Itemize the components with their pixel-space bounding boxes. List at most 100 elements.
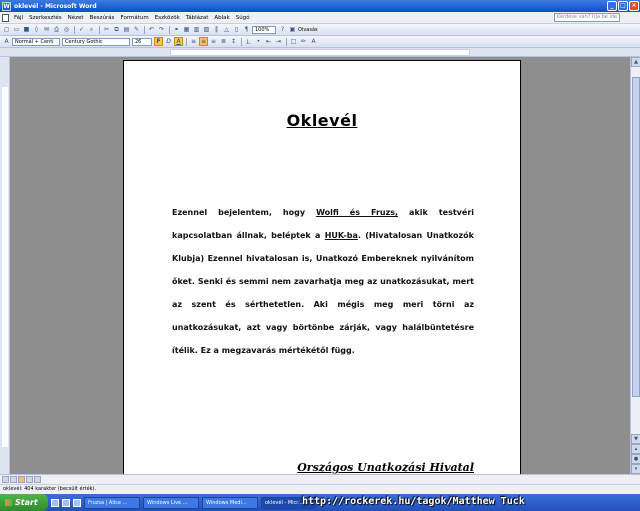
separator [169, 25, 170, 34]
permission-icon[interactable]: ◊ [32, 25, 41, 34]
menu-table[interactable]: Táblázat [183, 15, 212, 21]
word-app-icon[interactable]: W [2, 1, 11, 11]
justify-icon[interactable]: ≣ [219, 37, 228, 46]
scroll-thumb[interactable] [632, 77, 640, 397]
taskbar-item-browser[interactable]: Fruzsa | Alice ... [84, 496, 140, 509]
menu-view[interactable]: Nézet [65, 15, 87, 21]
style-select[interactable]: Normál + Centi [12, 37, 60, 46]
document-body[interactable]: Ezennel bejelentem, hogy Wolfi és Fruzs,… [172, 201, 474, 362]
decrease-indent-icon[interactable]: ⇤ [264, 37, 273, 46]
maximize-button[interactable]: □ [618, 1, 628, 11]
menu-file[interactable]: Fájl [11, 15, 26, 21]
quicklaunch-media-icon[interactable] [73, 498, 81, 507]
vertical-ruler-text-area [2, 87, 8, 447]
reading-button[interactable]: Olvasás [298, 27, 318, 33]
horizontal-scrollbar[interactable] [0, 474, 640, 484]
separator [74, 25, 75, 34]
cut-icon[interactable]: ✂ [102, 25, 111, 34]
scroll-bottom-group: ▼ ▴ ● ▾ [631, 434, 640, 474]
taskbar-item-messenger[interactable]: Windows Live ... [143, 496, 199, 509]
insert-excel-icon[interactable]: ▧ [202, 25, 211, 34]
start-button[interactable]: Start [0, 494, 48, 511]
windows-flag-icon [5, 499, 12, 506]
menu-help[interactable]: Súgó [233, 15, 253, 21]
scroll-up-icon[interactable]: ▲ [631, 57, 640, 67]
border-icon[interactable]: □ [289, 37, 298, 46]
help-search-input[interactable]: Kérdése van? Írja be ide. [554, 13, 620, 22]
document-page[interactable]: Oklevél Ezennel bejelentem, hogy Wolfi é… [123, 60, 521, 474]
paste-icon[interactable]: ▤ [122, 25, 131, 34]
save-icon[interactable]: ■ [22, 25, 31, 34]
ruler-text-area [170, 49, 470, 56]
new-document-icon[interactable]: ▢ [2, 25, 11, 34]
body-text-start: Ezennel bejelentem, hogy [172, 208, 317, 217]
reading-layout-icon[interactable] [34, 476, 41, 483]
outline-view-icon[interactable] [26, 476, 33, 483]
line-spacing-icon[interactable]: ↕ [229, 37, 238, 46]
minimize-button[interactable]: _ [607, 1, 617, 11]
document-title: Oklevél [286, 111, 358, 130]
insert-table-icon[interactable]: ▥ [192, 25, 201, 34]
print-layout-icon[interactable] [18, 476, 25, 483]
italic-icon[interactable]: D [164, 37, 173, 46]
normal-view-icon[interactable] [2, 476, 9, 483]
font-select[interactable]: Century Gothic [62, 37, 130, 46]
close-button[interactable]: × [629, 1, 639, 11]
horizontal-ruler[interactable] [0, 48, 640, 57]
body-text-end: . (Hivatalosan Unatkozók Klubja) Ezennel… [172, 231, 474, 355]
quicklaunch-desktop-icon[interactable] [51, 498, 59, 507]
underline-icon[interactable]: A [174, 37, 183, 46]
vertical-scrollbar[interactable]: ▲ ▼ ▴ ● ▾ [630, 57, 640, 474]
hyperlink-icon[interactable]: ⚭ [172, 25, 181, 34]
font-size-select[interactable]: 26 [132, 37, 152, 46]
print-preview-icon[interactable]: ◎ [62, 25, 71, 34]
status-bar: oklevél: 404 karakter (becsült érték). [0, 484, 640, 494]
email-icon[interactable]: ✉ [42, 25, 51, 34]
previous-page-icon[interactable]: ▴ [631, 444, 640, 454]
quicklaunch-browser-icon[interactable] [62, 498, 70, 507]
recipients-name: Wolfi és Fruzs, [316, 208, 399, 217]
align-right-icon[interactable]: ≡ [209, 37, 218, 46]
drawing-icon[interactable]: △ [222, 25, 231, 34]
reading-icon[interactable]: ▣ [288, 25, 297, 34]
tables-borders-icon[interactable]: ▦ [182, 25, 191, 34]
align-left-icon[interactable]: ≡ [189, 37, 198, 46]
highlight-icon[interactable]: ✏ [299, 37, 308, 46]
zoom-select[interactable]: 100% [252, 25, 276, 34]
taskbar-item-media-player[interactable]: Windows Medi... [202, 496, 258, 509]
menu-edit[interactable]: Szerkesztés [26, 15, 65, 21]
bullets-icon[interactable]: • [254, 37, 263, 46]
align-center-icon[interactable]: ≡ [199, 37, 208, 46]
separator [99, 25, 100, 34]
redo-icon[interactable]: ↷ [157, 25, 166, 34]
menu-insert[interactable]: Beszúrás [87, 15, 118, 21]
document-icon[interactable] [2, 13, 9, 22]
menu-tools[interactable]: Eszközök [152, 15, 183, 21]
open-folder-icon[interactable]: ▭ [12, 25, 21, 34]
numbering-icon[interactable]: ⒈ [244, 37, 253, 46]
increase-indent-icon[interactable]: ⇥ [274, 37, 283, 46]
next-page-icon[interactable]: ▾ [631, 464, 640, 474]
spelling-icon[interactable]: ✓ [77, 25, 86, 34]
menu-window[interactable]: Ablak [211, 15, 232, 21]
print-icon[interactable]: ⎙ [52, 25, 61, 34]
web-layout-icon[interactable] [10, 476, 17, 483]
font-color-icon[interactable]: A [309, 37, 318, 46]
copy-icon[interactable]: ⧉ [112, 25, 121, 34]
help-icon[interactable]: ? [278, 25, 287, 34]
browse-object-icon[interactable]: ● [631, 454, 640, 464]
show-hide-icon[interactable]: ¶ [242, 25, 251, 34]
menu-format[interactable]: Formátum [118, 15, 152, 21]
styles-pane-icon[interactable]: A [2, 37, 11, 46]
separator [186, 37, 187, 46]
window-title: oklevél - Microsoft Word [14, 2, 97, 10]
vertical-ruler[interactable] [0, 57, 10, 474]
bold-icon[interactable]: F [154, 37, 163, 46]
menu-bar: Fájl Szerkesztés Nézet Beszúrás Formátum… [0, 12, 640, 24]
columns-icon[interactable]: ‖ [212, 25, 221, 34]
format-painter-icon[interactable]: ✎ [132, 25, 141, 34]
scroll-down-icon[interactable]: ▼ [631, 434, 640, 444]
research-icon[interactable]: ⌕ [87, 25, 96, 34]
document-map-icon[interactable]: ▯ [232, 25, 241, 34]
undo-icon[interactable]: ↶ [147, 25, 156, 34]
